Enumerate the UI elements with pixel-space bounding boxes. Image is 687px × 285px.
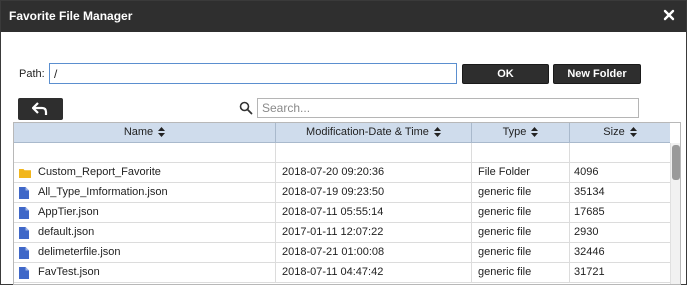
path-input[interactable] bbox=[49, 63, 457, 84]
close-icon[interactable] bbox=[662, 8, 676, 22]
sort-icon bbox=[158, 127, 166, 138]
file-icon bbox=[19, 247, 29, 259]
file-name: delimeterfile.json bbox=[38, 246, 121, 258]
file-date: 2018-07-19 09:23:50 bbox=[276, 183, 472, 203]
new-folder-button[interactable]: New Folder bbox=[553, 64, 641, 84]
file-name: FavTest.json bbox=[38, 266, 100, 278]
title-bar: Favorite File Manager bbox=[1, 1, 686, 32]
column-header-name[interactable]: Name bbox=[14, 123, 276, 143]
ok-button[interactable]: OK bbox=[462, 64, 549, 84]
file-name: Custom_Report_Favorite bbox=[38, 166, 161, 178]
table-row-empty bbox=[14, 143, 670, 163]
file-size: 31721 bbox=[574, 266, 605, 278]
column-header-date[interactable]: Modification-Date & Time bbox=[276, 123, 472, 143]
scrollbar-thumb[interactable] bbox=[672, 145, 680, 180]
file-name: AppTier.json bbox=[38, 206, 99, 218]
file-type: generic file bbox=[472, 203, 570, 223]
file-type: generic file bbox=[472, 183, 570, 203]
back-button[interactable] bbox=[18, 98, 63, 120]
file-date: 2018-07-20 09:20:36 bbox=[276, 163, 472, 183]
file-size: 35134 bbox=[574, 186, 605, 198]
file-icon bbox=[19, 187, 29, 199]
table-row[interactable]: FavTest.json 2018-07-11 04:47:42 generic… bbox=[14, 263, 670, 283]
sort-icon bbox=[629, 127, 637, 138]
file-size: 32446 bbox=[574, 246, 605, 258]
file-table: Name Modification-Date & Time Type Size … bbox=[13, 122, 681, 285]
file-type: File Folder bbox=[472, 163, 570, 183]
file-size: 4096 bbox=[574, 166, 599, 178]
file-size: 17685 bbox=[574, 206, 605, 218]
table-row[interactable]: AppTier.json 2018-07-11 05:55:14 generic… bbox=[14, 203, 670, 223]
file-size: 2930 bbox=[574, 226, 599, 238]
back-arrow-icon bbox=[32, 102, 48, 115]
file-type: generic file bbox=[472, 223, 570, 243]
sort-icon bbox=[433, 127, 441, 138]
table-row[interactable]: default.json 2017-01-11 12:07:22 generic… bbox=[14, 223, 670, 243]
file-type: generic file bbox=[472, 263, 570, 283]
file-icon bbox=[19, 267, 29, 279]
file-date: 2018-07-21 01:00:08 bbox=[276, 243, 472, 263]
table-row[interactable]: Custom_Report_Favorite 2018-07-20 09:20:… bbox=[14, 163, 670, 183]
file-date: 2017-01-11 12:07:22 bbox=[276, 223, 472, 243]
dialog-title: Favorite File Manager bbox=[9, 9, 133, 23]
search-icon bbox=[239, 101, 253, 115]
file-name: All_Type_Imformation.json bbox=[38, 186, 168, 198]
file-date: 2018-07-11 05:55:14 bbox=[276, 203, 472, 223]
search-input[interactable] bbox=[257, 98, 639, 118]
file-type: generic file bbox=[472, 243, 570, 263]
sort-icon bbox=[531, 127, 539, 138]
favorite-file-manager-dialog: Favorite File Manager Path: OK New Folde… bbox=[0, 0, 687, 285]
table-row[interactable]: delimeterfile.json 2018-07-21 01:00:08 g… bbox=[14, 243, 670, 263]
table-header: Name Modification-Date & Time Type Size bbox=[14, 123, 670, 143]
file-icon bbox=[19, 207, 29, 219]
file-name: default.json bbox=[38, 226, 95, 238]
path-label: Path: bbox=[19, 68, 45, 80]
column-header-size[interactable]: Size bbox=[570, 123, 670, 143]
table-row[interactable]: All_Type_Imformation.json 2018-07-19 09:… bbox=[14, 183, 670, 203]
vertical-scrollbar[interactable] bbox=[670, 143, 680, 284]
column-header-type[interactable]: Type bbox=[472, 123, 570, 143]
file-date: 2018-07-11 04:47:42 bbox=[276, 263, 472, 283]
file-icon bbox=[19, 227, 29, 239]
folder-icon bbox=[19, 169, 31, 178]
